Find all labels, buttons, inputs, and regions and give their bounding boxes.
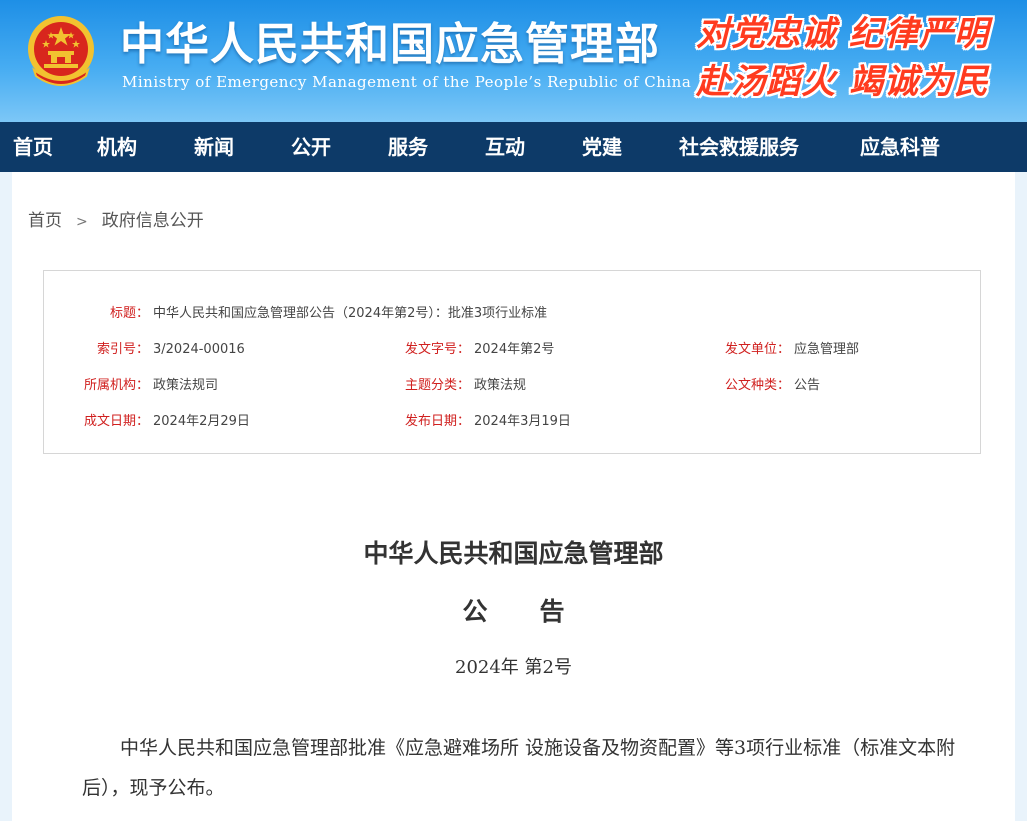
slogan-line-2: 赴汤蹈火 竭诚为民 [696, 62, 989, 102]
info-row-2: 索引号： 3/2024-00016 发文字号： 2024年第2号 发文单位： 应急管理… [44, 338, 980, 358]
nav-item-interaction[interactable]: 互动 [485, 122, 582, 172]
nav-item-disclosure[interactable]: 公开 [291, 122, 388, 172]
site-header: 中华人民共和国应急管理部 Ministry of Emergency Manag… [0, 0, 1027, 122]
nav-item-news[interactable]: 新闻 [194, 122, 291, 172]
info-topic-value: 政策法规 [474, 378, 527, 393]
info-published-value: 2024年3月19日 [474, 414, 571, 429]
info-doc-no-label: 发文字号： [404, 342, 470, 357]
breadcrumb: 首页 > 政府信息公开 [28, 206, 204, 231]
info-topic-label: 主题分类： [404, 378, 470, 393]
document-body: 中华人民共和国应急管理部批准《应急避难场所 设施设备及物资配置》等3项行业标准（… [82, 728, 962, 808]
nav-item-party-building[interactable]: 党建 [582, 122, 679, 172]
document-type-title: 公告 [462, 597, 617, 626]
breadcrumb-home-link[interactable]: 首页 [28, 211, 62, 231]
info-index-value: 3/2024-00016 [153, 342, 245, 357]
info-created-label: 成文日期： [83, 414, 149, 429]
slogan-line-1: 对党忠诚 纪律严明 [696, 14, 989, 54]
info-doc-no-value: 2024年第2号 [474, 342, 555, 357]
nav-item-emergency-science[interactable]: 应急科普 [860, 122, 980, 172]
breadcrumb-separator: > [76, 214, 88, 230]
info-org-value: 政策法规司 [153, 378, 219, 393]
main-nav: 首页 机构 新闻 公开 服务 互动 党建 社会救援服务 应急科普 [0, 122, 1027, 172]
nav-item-rescue-services[interactable]: 社会救援服务 [679, 122, 860, 172]
info-index-label: 索引号： [96, 342, 149, 357]
document-paragraph: 中华人民共和国应急管理部批准《应急避难场所 设施设备及物资配置》等3项行业标准（… [82, 737, 956, 799]
info-row-title: 标题： 中华人民共和国应急管理部公告（2024年第2号）：批准3项行业标准 [44, 302, 980, 322]
document-number: 2024年 第2号 [455, 657, 572, 678]
main-content: 首页 > 政府信息公开 标题： 中华人民共和国应急管理部公告（2024年第2号）：批准… [12, 172, 1015, 821]
breadcrumb-current-link[interactable]: 政府信息公开 [102, 211, 204, 231]
info-row-4: 成文日期： 2024年2月29日 发布日期： 2024年3月19日 [44, 410, 980, 430]
info-org-label: 所属机构： [83, 378, 149, 393]
info-title-label: 标题： [109, 306, 149, 321]
site-title: 中华人民共和国应急管理部 [120, 19, 660, 70]
document-info-box: 标题： 中华人民共和国应急管理部公告（2024年第2号）：批准3项行业标准 索引号… [43, 270, 981, 454]
info-created-value: 2024年2月29日 [153, 414, 250, 429]
info-title-value: 中华人民共和国应急管理部公告（2024年第2号）：批准3项行业标准 [153, 306, 548, 321]
nav-item-services[interactable]: 服务 [388, 122, 485, 172]
info-type-label: 公文种类： [724, 378, 790, 393]
info-issuer-label: 发文单位： [724, 342, 790, 357]
info-issuer-value: 应急管理部 [794, 342, 860, 357]
site-subtitle: Ministry of Emergency Management of the … [122, 73, 692, 91]
document-title: 中华人民共和国应急管理部 [363, 539, 664, 568]
info-type-value: 公告 [794, 378, 821, 393]
info-published-label: 发布日期： [404, 414, 470, 429]
info-row-3: 所属机构： 政策法规司 主题分类： 政策法规 公文种类： 公告 [44, 374, 980, 394]
national-emblem-icon[interactable] [24, 14, 98, 90]
nav-item-organization[interactable]: 机构 [97, 122, 194, 172]
nav-item-home[interactable]: 首页 [0, 122, 97, 172]
